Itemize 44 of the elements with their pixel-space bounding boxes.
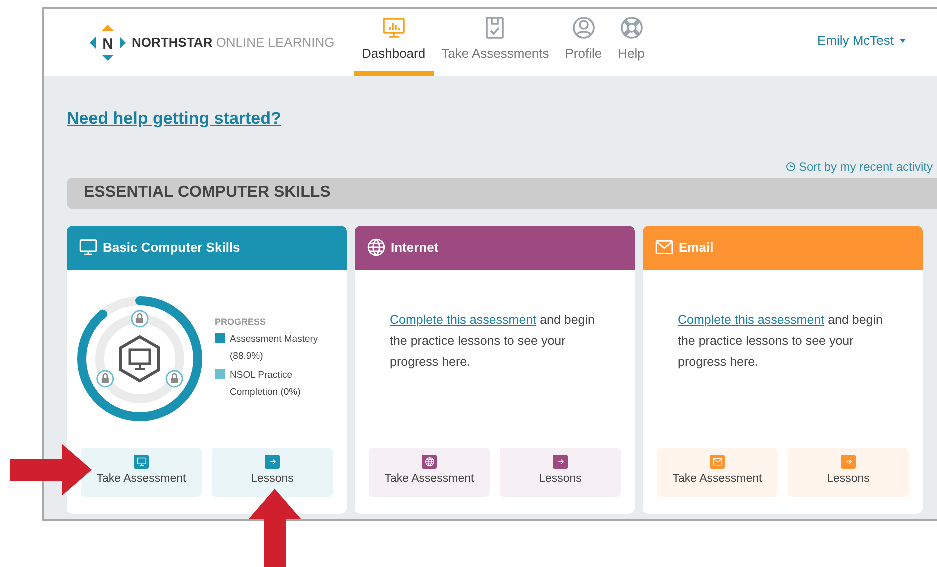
- globe-icon: [367, 238, 386, 257]
- legend-heading: PROGRESS: [215, 316, 268, 329]
- arrow-icon: [556, 457, 566, 468]
- profile-icon: [572, 16, 596, 40]
- nav-tab[interactable]: Help: [610, 16, 653, 76]
- lock-icon: [166, 370, 184, 388]
- callout-arrow-icon: [249, 489, 301, 567]
- envelope-icon: [712, 457, 722, 468]
- card-title: Email: [679, 238, 714, 257]
- prompt-text: Complete this assessment and begin the practice lessons to see your progress here.: [677, 312, 884, 371]
- assessment-link[interactable]: Complete this assessment: [390, 312, 537, 326]
- legend-label: Assessment Mastery (88.9%): [230, 333, 320, 364]
- arrow-icon: [268, 457, 278, 468]
- card-button[interactable]: Take Assessment: [81, 448, 202, 496]
- legend-label: NSOL Practice Completion (0%): [230, 369, 302, 400]
- envelope-icon: [655, 238, 674, 257]
- card-button[interactable]: Lessons: [212, 448, 333, 496]
- card-button[interactable]: Take Assessment: [657, 448, 778, 496]
- nav-tab[interactable]: Take Assessments: [434, 16, 558, 76]
- hexagon-monitor-icon: [120, 334, 160, 382]
- lock-icon: [131, 310, 149, 328]
- help-icon: [620, 16, 644, 40]
- card-button[interactable]: Lessons: [500, 448, 621, 496]
- card-button[interactable]: Take Assessment: [369, 448, 490, 496]
- nav-tab[interactable]: Profile: [557, 16, 610, 76]
- monitor-icon: [79, 238, 98, 257]
- arrow-icon: [844, 457, 854, 468]
- help-link[interactable]: Need help getting started?: [67, 106, 282, 132]
- card-button[interactable]: Lessons: [788, 448, 909, 496]
- caret-icon: [900, 38, 906, 42]
- monitor-chart-icon: [382, 16, 406, 40]
- clock-icon: [786, 162, 796, 172]
- monitor-icon: [136, 457, 146, 468]
- brand-name: NORTHSTAR ONLINE LEARNING: [132, 34, 335, 52]
- sort-link[interactable]: Sort by my recent activity: [786, 158, 933, 176]
- card-title: Internet: [391, 238, 439, 257]
- card-title: Basic Computer Skills: [103, 238, 240, 257]
- lock-icon: [96, 370, 114, 388]
- section-title: ESSENTIAL COMPUTER SKILLS: [84, 183, 331, 203]
- globe-icon: [424, 457, 434, 468]
- assessment-link[interactable]: Complete this assessment: [678, 312, 825, 326]
- callout-arrow-icon: [10, 444, 92, 496]
- prompt-text: Complete this assessment and begin the practice lessons to see your progress here.: [389, 312, 596, 371]
- user-menu[interactable]: Emily McTest: [817, 30, 906, 50]
